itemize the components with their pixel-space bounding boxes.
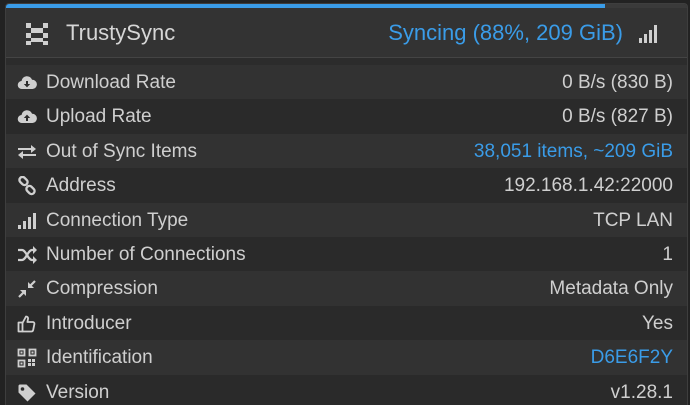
row-value: TCP LAN [593,209,673,231]
device-panel: TrustySync Syncing (88%, 209 GiB) Downlo… [5,3,688,405]
thumbs-up-icon [17,314,37,334]
qrcode-icon [17,348,37,368]
device-name: TrustySync [66,20,176,45]
row-introducer: Introducer Yes [6,305,687,341]
row-value: v1.28.1 [610,381,673,403]
row-label: Introducer [46,312,132,334]
row-value: 0 B/s (827 B) [562,106,673,128]
out-of-sync-items-link[interactable]: 38,051 items, ~209 GiB [474,141,673,163]
sync-status: Syncing (88%, 209 GiB) [388,20,623,45]
row-value: 192.168.1.42:22000 [503,175,673,197]
row-label: Compression [46,278,158,300]
row-label: Number of Connections [46,243,246,265]
row-upload-rate: Upload Rate 0 B/s (827 B) [6,99,687,134]
row-address: Address 192.168.1.42:22000 [6,168,687,203]
tag-icon [17,383,37,403]
cloud-download-icon [17,73,37,93]
row-label: Version [46,381,110,403]
device-header[interactable]: TrustySync Syncing (88%, 209 GiB) [6,8,687,58]
row-compression: Compression Metadata Only [6,271,687,306]
exchange-arrows-icon [17,142,37,162]
row-label: Identification [46,347,153,369]
device-details-list: Download Rate 0 B/s (830 B) Upload Rate … [6,65,687,405]
row-label: Download Rate [46,72,176,93]
row-download-rate: Download Rate 0 B/s (830 B) [6,65,687,100]
row-version: Version v1.28.1 [6,374,687,405]
row-value: Yes [642,312,673,334]
row-label: Connection Type [46,209,189,231]
row-value: 0 B/s (830 B) [562,72,673,93]
row-value: 1 [662,243,673,265]
row-out-of-sync-items[interactable]: Out of Sync Items 38,051 items, ~209 GiB [6,133,687,169]
signal-bars-icon [639,25,659,43]
signal-bars-icon [17,211,37,231]
row-identification[interactable]: Identification D6E6F2Y [6,340,687,375]
row-label: Upload Rate [46,106,152,128]
compress-icon [17,279,37,299]
row-label: Out of Sync Items [46,140,197,162]
device-id-link[interactable]: D6E6F2Y [591,347,673,369]
row-connection-type: Connection Type TCP LAN [6,202,687,237]
row-value: Metadata Only [549,278,673,300]
device-icon [25,22,49,46]
row-label: Address [46,175,116,197]
row-number-of-connections: Number of Connections 1 [6,236,687,272]
shuffle-icon [17,245,37,265]
link-icon [17,176,37,196]
cloud-upload-icon [17,107,37,127]
